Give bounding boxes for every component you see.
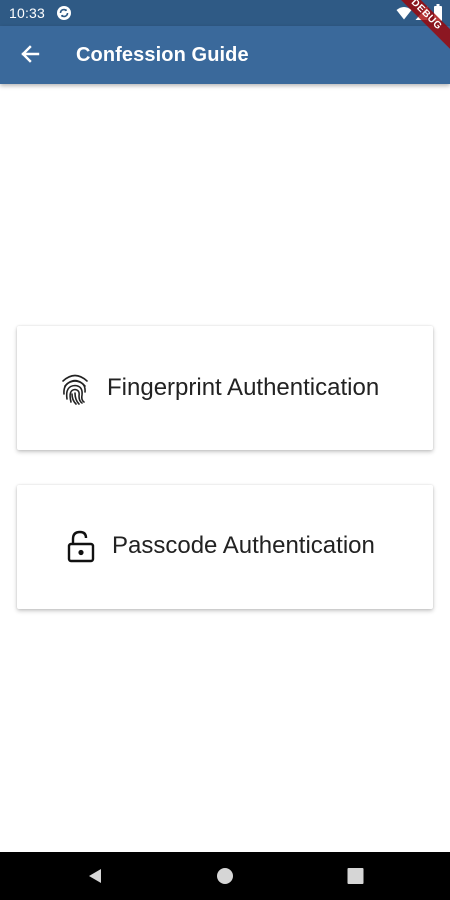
passcode-authentication-label: Passcode Authentication — [112, 532, 375, 559]
lock-open-icon — [67, 530, 95, 563]
navigation-bar — [0, 852, 450, 900]
fingerprint-icon — [62, 374, 88, 405]
fingerprint-authentication-card[interactable]: Fingerprint Authentication — [17, 326, 433, 450]
back-button[interactable] — [10, 34, 50, 74]
nav-back-icon[interactable] — [86, 867, 104, 885]
status-time: 10:33 — [9, 5, 46, 21]
app-bar: Confession Guide — [0, 26, 450, 84]
page-title: Confession Guide — [76, 44, 249, 66]
sync-icon — [57, 6, 71, 20]
arrow-back-icon — [21, 45, 40, 63]
status-bar: 10:33 — [0, 0, 450, 26]
nav-recents-icon[interactable] — [347, 867, 364, 885]
passcode-authentication-card[interactable]: Passcode Authentication — [17, 485, 433, 609]
nav-home-icon[interactable] — [216, 867, 234, 885]
fingerprint-authentication-label: Fingerprint Authentication — [107, 374, 380, 401]
